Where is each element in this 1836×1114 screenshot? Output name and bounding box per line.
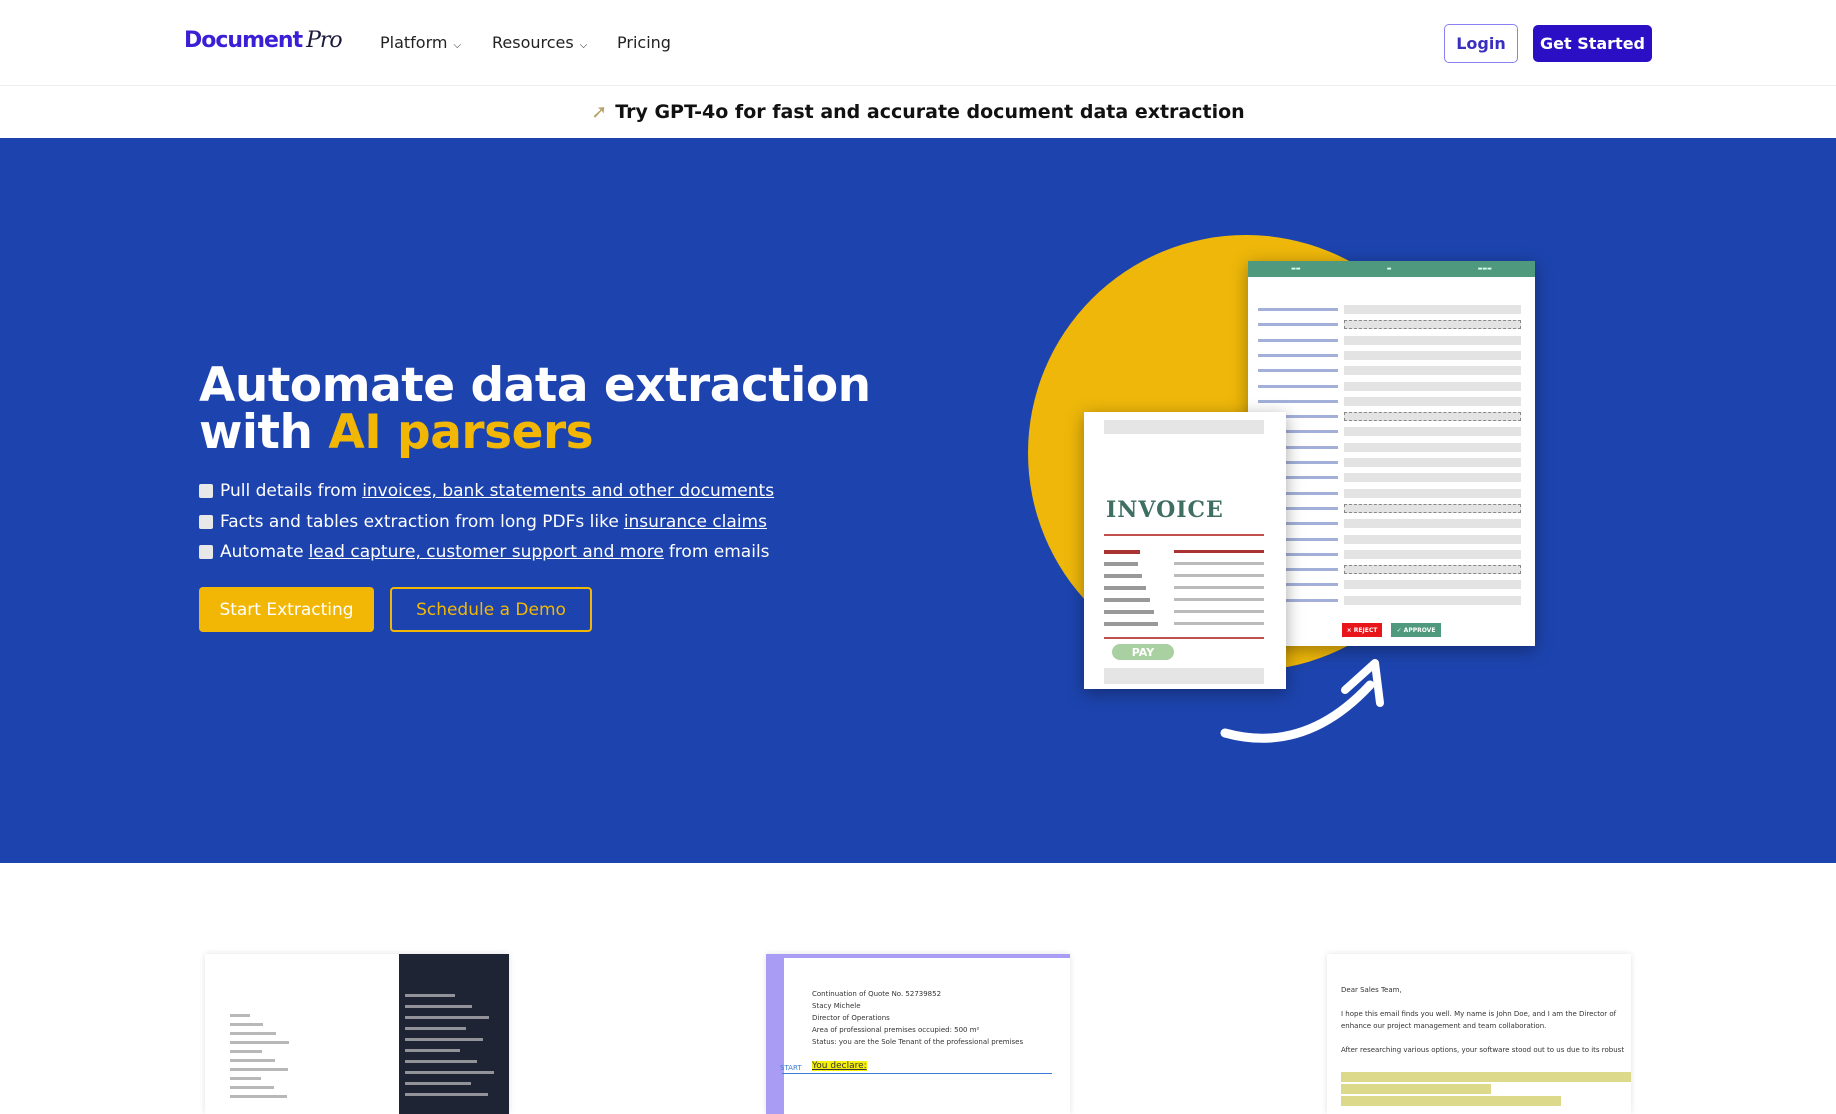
feature-item: Facts and tables extraction from long PD… [199, 507, 779, 538]
nav-label: Pricing [617, 33, 671, 52]
form-row-illustration [1258, 565, 1521, 575]
form-row-illustration [1258, 534, 1521, 544]
invoice-line [1104, 550, 1140, 554]
invoice-line [1104, 562, 1138, 566]
banner-text: Try GPT-4o for fast and accurate documen… [615, 101, 1245, 123]
feature-link[interactable]: lead capture, customer support and more [309, 542, 664, 562]
nav-platform[interactable]: Platform ⌵ [380, 33, 461, 52]
invoice-title: INVOICE [1106, 497, 1224, 523]
feature-item: Automate lead capture, customer support a… [199, 537, 779, 568]
invoice-line [1104, 574, 1142, 578]
form-row-illustration [1258, 335, 1521, 345]
start-extracting-button[interactable]: Start Extracting [199, 587, 374, 632]
logo-text: Document [184, 28, 303, 53]
highlighted-text: You declare: [812, 1061, 867, 1071]
invoice-line [1104, 586, 1146, 590]
form-row-illustration [1258, 503, 1521, 513]
form-row-illustration [1258, 458, 1521, 467]
form-row-illustration [1258, 473, 1521, 483]
feature-item: Pull details from invoices, bank statemen… [199, 476, 779, 507]
logo-script: Pro [306, 28, 343, 53]
invoice-json-card[interactable] [205, 954, 509, 1114]
review-panel-illustration: ▬▬ ▬ ▬▬▬ × REJECT ✓ APPROVE [1248, 261, 1535, 646]
hero-title: Automate data extraction with AI parsers [199, 358, 871, 460]
form-row-illustration [1258, 519, 1521, 529]
nav-resources[interactable]: Resources ⌵ [492, 33, 587, 52]
schedule-demo-button[interactable]: Schedule a Demo [390, 587, 592, 632]
email-card[interactable]: Dear Sales Team, I hope this email finds … [1327, 954, 1631, 1114]
form-row-illustration [1258, 549, 1521, 559]
nav-pricing[interactable]: Pricing [617, 33, 671, 52]
form-row-illustration [1258, 381, 1521, 391]
reject-button-illustration: × REJECT [1342, 623, 1382, 637]
feature-link[interactable]: invoices, bank statements and other docu… [362, 481, 774, 501]
logo[interactable]: Document Pro [184, 28, 343, 53]
form-row-illustration [1258, 427, 1521, 437]
form-row-illustration [1258, 320, 1521, 330]
start-marker: START [780, 1064, 802, 1072]
panel-header: ▬▬ ▬ ▬▬▬ [1248, 261, 1535, 277]
envelope-icon [199, 545, 213, 560]
json-code-panel [399, 954, 509, 1114]
title-highlight: AI parsers [328, 405, 594, 460]
invoice-illustration: INVOICE PAY [1084, 412, 1286, 689]
magic-wand-icon: ➚ [591, 101, 608, 123]
form-row-illustration [1258, 488, 1521, 498]
invoice-line [1104, 598, 1150, 602]
top-nav: Document Pro Platform ⌵ Resources ⌵ Pricing… [0, 0, 1836, 86]
form-row-illustration [1258, 580, 1521, 590]
login-button[interactable]: Login [1444, 24, 1518, 63]
chevron-down-icon: ⌵ [453, 40, 462, 51]
feature-list: Pull details from invoices, bank statemen… [199, 476, 779, 568]
form-row-illustration [1258, 305, 1521, 314]
form-row-illustration [1258, 595, 1521, 605]
promo-banner[interactable]: ➚ Try GPT-4o for fast and accurate docum… [0, 86, 1836, 138]
pdf-card[interactable]: Continuation of Quote No. 52739852 Stacy … [766, 954, 1070, 1114]
approve-button-illustration: ✓ APPROVE [1391, 623, 1441, 637]
form-row-illustration [1258, 366, 1521, 376]
book-icon [199, 514, 213, 529]
invoice-line [1104, 610, 1154, 614]
form-row-illustration [1258, 442, 1521, 452]
feature-link[interactable]: insurance claims [624, 512, 767, 532]
pay-badge: PAY [1112, 644, 1174, 660]
get-started-button[interactable]: Get Started [1533, 25, 1652, 62]
receipt-icon [199, 484, 213, 499]
form-row-illustration [1258, 350, 1521, 360]
invoice-line [1104, 622, 1158, 626]
arrow-icon [1220, 659, 1384, 743]
chevron-down-icon: ⌵ [579, 40, 588, 51]
nav-label: Platform [380, 33, 448, 52]
nav-label: Resources [492, 33, 574, 52]
form-row-illustration [1258, 412, 1521, 422]
form-row-illustration [1258, 396, 1521, 406]
